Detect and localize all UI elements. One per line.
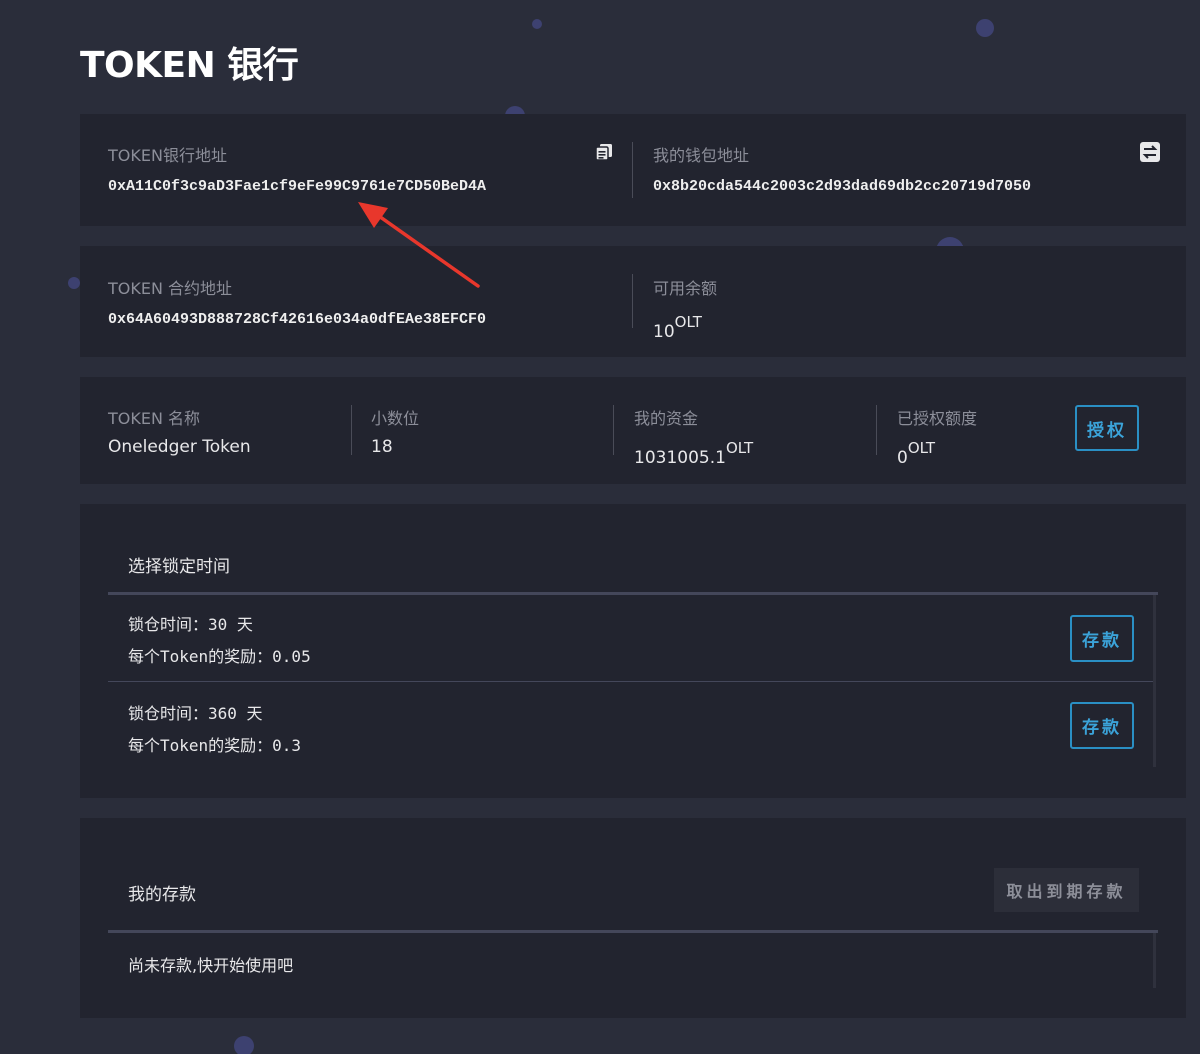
available-balance-field: 可用余额 10OLT — [653, 275, 717, 342]
approved-unit: OLT — [907, 439, 936, 457]
divider — [876, 405, 877, 455]
lock-period: 锁仓时间：360 天 — [128, 704, 263, 723]
lock-reward: 每个Token的奖励：0.3 — [128, 736, 302, 755]
bank-address-field: TOKEN银行地址 0xA11C0f3c9aD3Fae1cf9eFe99C976… — [108, 142, 486, 195]
lock-card: 选择锁定时间 锁仓时间：30 天 每个Token的奖励：0.05 存款 锁仓时间… — [80, 504, 1186, 798]
lock-period: 锁仓时间：30 天 — [128, 615, 253, 634]
available-balance-label: 可用余额 — [653, 279, 718, 298]
wallet-address-value[interactable]: 0x8b20cda544c2003c2d93dad69db2cc20719d70… — [653, 178, 1031, 195]
copy-icon[interactable] — [595, 143, 613, 161]
my-funds-label: 我的资金 — [634, 409, 699, 428]
approved-amount: 0 — [897, 448, 908, 468]
background-dot — [532, 19, 542, 29]
funds-amount: 1031005.1 — [634, 448, 726, 468]
decimals-field: 小数位 18 — [371, 405, 419, 457]
deposits-section-title: 我的存款 — [128, 885, 196, 905]
section-rule — [108, 592, 1158, 595]
available-balance-value: 10OLT — [653, 313, 717, 342]
wallet-address-field: 我的钱包地址 0x8b20cda544c2003c2d93dad69db2cc2… — [653, 142, 1031, 195]
funds-unit: OLT — [725, 439, 754, 457]
background-dot — [234, 1036, 254, 1054]
empty-deposits-message: 尚未存款,快开始使用吧 — [128, 956, 294, 975]
bank-address-value[interactable]: 0xA11C0f3c9aD3Fae1cf9eFe99C9761e7CD50BeD… — [108, 178, 486, 195]
annotation-arrow — [358, 202, 480, 288]
divider — [613, 405, 614, 455]
balance-amount: 10 — [653, 322, 675, 342]
lock-section-title: 选择锁定时间 — [128, 557, 230, 577]
decimals-label: 小数位 — [371, 409, 420, 428]
address-card: TOKEN银行地址 0xA11C0f3c9aD3Fae1cf9eFe99C976… — [80, 114, 1186, 226]
divider — [632, 142, 633, 198]
approved-amount-field: 已授权额度 0OLT — [897, 405, 977, 468]
lock-reward: 每个Token的奖励：0.05 — [128, 647, 311, 666]
swap-icon[interactable] — [1140, 142, 1160, 162]
bank-address-label: TOKEN银行地址 — [108, 146, 227, 165]
my-funds-value: 1031005.1OLT — [634, 439, 753, 468]
token-name-label: TOKEN 名称 — [108, 409, 201, 428]
token-name-value: Oneledger Token — [108, 437, 251, 457]
decimals-value: 18 — [371, 437, 393, 457]
background-dot — [68, 277, 80, 289]
token-info-card: TOKEN 名称 Oneledger Token 小数位 18 我的资金 103… — [80, 377, 1186, 484]
row-divider — [108, 681, 1153, 682]
background-dot — [976, 19, 994, 37]
wallet-address-label: 我的钱包地址 — [653, 146, 750, 165]
deposit-button[interactable]: 存款 — [1070, 615, 1134, 662]
deposits-card: 我的存款 取出到期存款 尚未存款,快开始使用吧 — [80, 818, 1186, 1018]
section-rule — [108, 930, 1158, 933]
scrollbar[interactable] — [1153, 933, 1156, 988]
divider — [632, 274, 633, 328]
token-name-field: TOKEN 名称 Oneledger Token — [108, 405, 251, 457]
approved-amount-value: 0OLT — [897, 439, 977, 468]
page-title: TOKEN 银行 — [80, 45, 299, 86]
contract-address-value[interactable]: 0x64A60493D888728Cf42616e034a0dfEAe38EFC… — [108, 311, 486, 328]
balance-unit: OLT — [674, 313, 702, 331]
approved-amount-label: 已授权额度 — [897, 409, 978, 428]
scrollbar[interactable] — [1153, 595, 1156, 767]
my-funds-field: 我的资金 1031005.1OLT — [634, 405, 753, 468]
authorize-button[interactable]: 授权 — [1075, 405, 1139, 451]
divider — [351, 405, 352, 455]
contract-card: TOKEN 合约地址 0x64A60493D888728Cf42616e034a… — [80, 246, 1186, 357]
withdraw-matured-button[interactable]: 取出到期存款 — [994, 868, 1139, 912]
deposit-button[interactable]: 存款 — [1070, 702, 1134, 749]
